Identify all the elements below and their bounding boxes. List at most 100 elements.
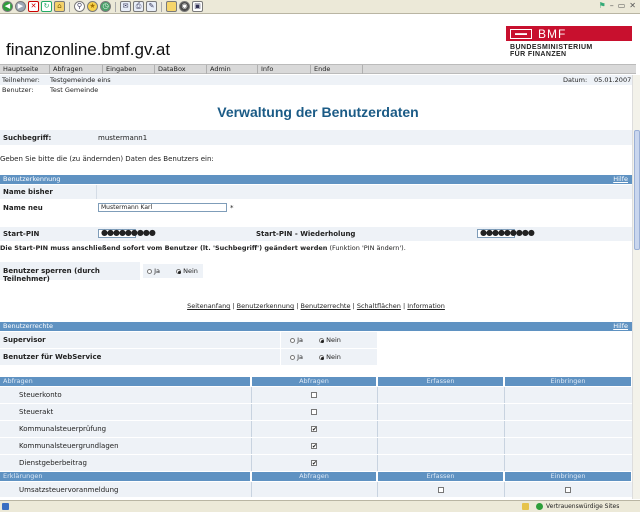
link-benutzerrechte[interactable]: Benutzerrechte [301, 302, 351, 310]
sperren-nein-radio[interactable] [176, 268, 181, 274]
supervisor-nein-radio[interactable] [319, 337, 324, 343]
media-icon[interactable]: ◉ [179, 1, 190, 12]
start-pin-repeat-label: Start-PIN - Wiederholung [256, 230, 356, 238]
edit-icon[interactable]: ✎ [146, 1, 157, 12]
folder-icon[interactable] [166, 1, 177, 12]
sperren-ja-radio[interactable] [147, 268, 152, 274]
cell-divider [251, 455, 252, 471]
webservice-ja-option[interactable]: Ja [290, 353, 303, 361]
hilfe-link[interactable]: Hilfe [613, 322, 628, 331]
table-row: Kommunalsteuergrundlagen ✔ [0, 438, 632, 454]
nav-item-databox[interactable]: DataBox [155, 65, 207, 74]
link-seitenanfang[interactable]: Seitenanfang [187, 302, 230, 310]
search-row: Suchbegriff: mustermann1 [0, 130, 636, 145]
hilfe-link[interactable]: Hilfe [613, 175, 628, 184]
link-separator: | [232, 302, 235, 310]
search-icon[interactable]: ⚲ [74, 1, 85, 12]
dienstgeberbeitrag-abfragen-checkbox[interactable]: ✔ [311, 460, 317, 467]
steuerakt-abfragen-checkbox[interactable] [311, 409, 317, 415]
sperren-nein-option[interactable]: Nein [176, 267, 198, 275]
nav-item-admin[interactable]: Admin [207, 65, 258, 74]
supervisor-ja-radio[interactable] [290, 337, 295, 343]
group-abfragen-header: Abfragen [0, 377, 251, 386]
page-title: Verwaltung der Benutzerdaten [217, 104, 419, 120]
favorites-icon[interactable]: ★ [87, 1, 98, 12]
browser-toolbar: ◀ ▶ ✕ ↻ ⌂ ⚲ ★ ◷ ✉ ⎙ ✎ ◉ ▣ [0, 0, 640, 14]
forward-icon[interactable]: ▶ [15, 1, 26, 12]
uva-einbringen-checkbox[interactable] [565, 487, 571, 493]
sperren-ja-option[interactable]: Ja [147, 267, 160, 275]
webservice-row: Benutzer für WebService [0, 349, 280, 365]
nav-item-ende[interactable]: Ende [311, 65, 363, 74]
maximize-icon[interactable]: ▭ [618, 1, 626, 10]
main-nav: Hauptseite Abfragen Eingaben DataBox Adm… [0, 64, 636, 74]
bmf-logo-line1: BUNDESMINISTERIUM [510, 44, 593, 51]
history-icon[interactable]: ◷ [100, 1, 111, 12]
stop-icon[interactable]: ✕ [28, 1, 39, 12]
cell-divider [377, 482, 378, 497]
row-label: Steuerkonto [19, 391, 62, 399]
benutzer-label: Benutzer: [2, 86, 34, 94]
cell-divider [504, 404, 505, 420]
uva-erfassen-checkbox[interactable] [438, 487, 444, 493]
mail-icon[interactable]: ✉ [120, 1, 131, 12]
kommunalsteuerpruefung-abfragen-checkbox[interactable]: ✔ [311, 426, 317, 433]
pin-row: Start-PIN ●●●●●●●●● * Start-PIN - Wieder… [0, 227, 636, 241]
close-icon[interactable]: ✕ [629, 1, 636, 10]
required-marker: * [519, 230, 523, 238]
nav-item-eingaben[interactable]: Eingaben [103, 65, 155, 74]
name-bisher-label: Name bisher [3, 188, 53, 196]
webservice-nein-option[interactable]: Nein [319, 353, 341, 361]
required-marker: * [140, 230, 144, 238]
supervisor-nein-option[interactable]: Nein [319, 336, 341, 344]
webservice-nein-radio[interactable] [319, 354, 324, 360]
toolbar-separator [115, 1, 116, 12]
sperren-ja-label: Ja [154, 267, 160, 275]
link-benutzerkennung[interactable]: Benutzerkennung [237, 302, 294, 310]
nav-item-info[interactable]: Info [258, 65, 311, 74]
column-divider [96, 185, 97, 199]
supervisor-nein-label: Nein [326, 336, 341, 344]
link-schaltflaechen[interactable]: Schaltflächen [357, 302, 401, 310]
name-neu-input[interactable]: Mustermann Karl [98, 203, 227, 212]
refresh-icon[interactable]: ↻ [41, 1, 52, 12]
cell-divider [504, 387, 505, 403]
teilnehmer-label: Teilnehmer: [2, 76, 40, 84]
nav-item-hauptseite[interactable]: Hauptseite [0, 65, 50, 74]
cell-divider [504, 438, 505, 454]
home-icon[interactable]: ⌂ [54, 1, 65, 12]
row-label: Kommunalsteuergrundlagen [19, 442, 119, 450]
cell-divider [504, 482, 505, 497]
supervisor-ja-label: Ja [297, 336, 303, 344]
sperren-nein-label: Nein [183, 267, 198, 275]
section-benutzerkennung: Benutzerkennung Hilfe [0, 175, 632, 184]
cell-divider [251, 438, 252, 454]
kommunalsteuergrundlagen-abfragen-checkbox[interactable]: ✔ [311, 443, 317, 450]
link-separator: | [296, 302, 299, 310]
webservice-ja-radio[interactable] [290, 354, 295, 360]
sperren-options: Ja Nein [143, 264, 203, 278]
link-information[interactable]: Information [407, 302, 445, 310]
col-erfassen-header: Erfassen [378, 377, 504, 386]
instruction-text: Geben Sie bitte die (zu ändernden) Daten… [0, 155, 214, 163]
steuerkonto-abfragen-checkbox[interactable] [311, 392, 317, 398]
supervisor-label: Supervisor [3, 336, 46, 344]
nav-item-abfragen[interactable]: Abfragen [50, 65, 103, 74]
vertical-scrollbar[interactable] [632, 75, 640, 499]
cell-divider [251, 482, 252, 497]
start-pin-input[interactable]: ●●●●●●●●● [98, 229, 156, 238]
supervisor-ja-option[interactable]: Ja [290, 336, 303, 344]
messenger-icon[interactable]: ▣ [192, 1, 203, 12]
webservice-nein-label: Nein [326, 353, 341, 361]
datum-label: Datum: [563, 76, 588, 84]
start-pin-label: Start-PIN [3, 230, 40, 238]
back-icon[interactable]: ◀ [2, 1, 13, 12]
scrollbar-thumb[interactable] [634, 130, 640, 250]
start-pin-repeat-input[interactable]: ●●●●●●●●● [477, 229, 535, 238]
minimize-icon[interactable]: – [610, 1, 614, 10]
group-erklaerungen-header: Erklärungen [0, 472, 251, 481]
section-benutzerrechte-title: Benutzerrechte [3, 322, 53, 330]
print-icon[interactable]: ⎙ [133, 1, 144, 12]
windows-flag-icon: ⚑ [598, 1, 606, 10]
cell-divider [251, 387, 252, 403]
